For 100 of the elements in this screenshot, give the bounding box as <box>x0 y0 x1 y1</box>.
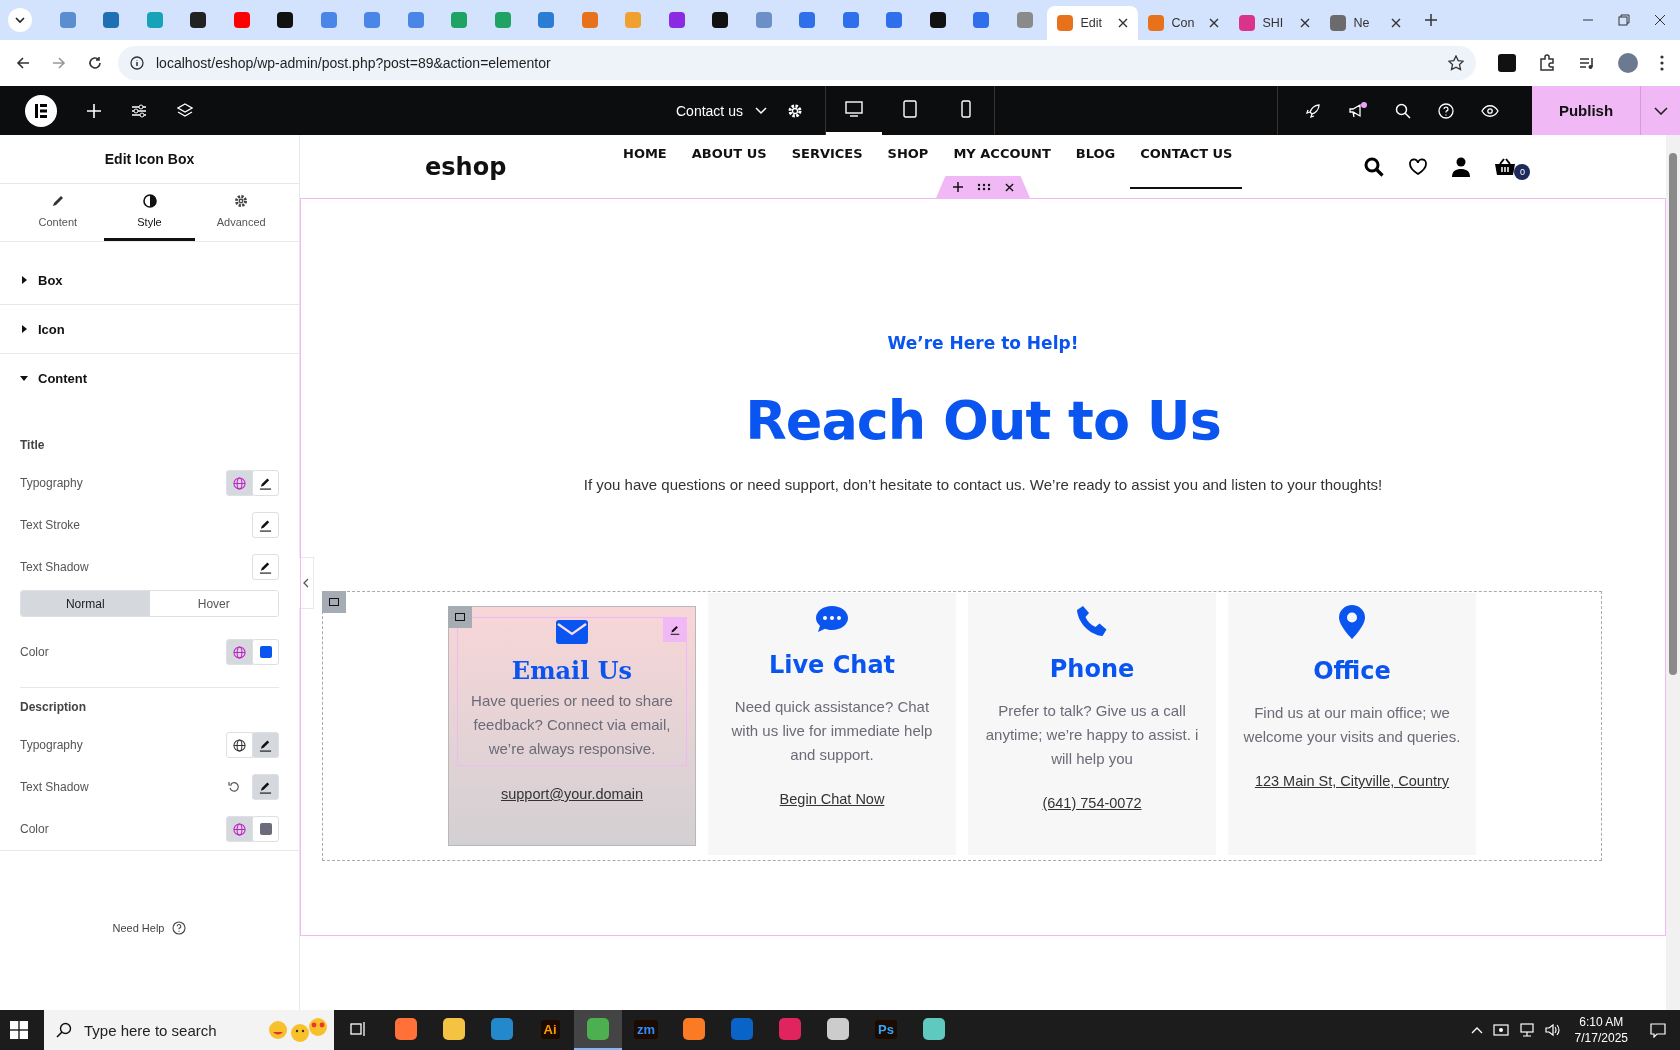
search-icon[interactable] <box>1364 156 1385 177</box>
reload-icon[interactable] <box>88 56 102 70</box>
new-tab-icon[interactable] <box>1424 14 1437 26</box>
extension-icon[interactable] <box>1498 54 1516 72</box>
drag-icon[interactable] <box>976 183 991 191</box>
close-icon[interactable] <box>1208 18 1219 28</box>
taskbar-app[interactable] <box>574 1010 622 1050</box>
card-title: Phone <box>1049 655 1135 683</box>
megaphone-icon[interactable] <box>1348 101 1368 120</box>
card-link[interactable]: 123 Main St, Cityville, Country <box>1254 773 1450 789</box>
clock-time[interactable]: 6:10 AM <box>1579 1014 1624 1030</box>
taskbar-search-field[interactable]: Type here to search <box>44 1010 334 1050</box>
nav-link[interactable]: BLOG <box>1065 144 1126 164</box>
contact-card[interactable]: Live Chat Need quick assistance? Chat with us live for immediate help and support. Begin Chat Now <box>708 593 956 855</box>
page-selector[interactable]: Contact us <box>676 102 767 119</box>
card-link[interactable]: (641) 754-0072 <box>1042 795 1142 811</box>
forward-icon[interactable] <box>52 56 66 70</box>
network-icon[interactable] <box>1518 1022 1535 1038</box>
search-icon <box>56 1022 72 1038</box>
add-icon[interactable] <box>952 182 963 192</box>
panel-tab[interactable]: Advanced <box>195 184 287 241</box>
info-icon[interactable] <box>130 56 144 70</box>
close-icon[interactable] <box>1390 18 1401 28</box>
widget-handle[interactable] <box>448 606 472 628</box>
browser-tab[interactable]: Con <box>1137 6 1229 40</box>
publish-button[interactable]: Publish <box>1532 86 1640 135</box>
phone-icon <box>1076 605 1108 637</box>
browser-tab[interactable]: Edit <box>1046 6 1138 40</box>
nav-link[interactable]: CONTACT US <box>1130 144 1243 189</box>
nav-link[interactable]: SERVICES <box>781 144 873 164</box>
section-header[interactable]: Content <box>0 354 299 402</box>
close-icon[interactable] <box>1299 18 1310 28</box>
eye-icon[interactable] <box>1481 103 1499 118</box>
section-header[interactable]: Icon <box>0 305 299 353</box>
card-link[interactable]: support@your.domain <box>500 786 644 802</box>
edit-widget-button[interactable] <box>663 618 687 642</box>
edit-button[interactable] <box>252 732 279 758</box>
heart-icon[interactable] <box>1408 157 1429 176</box>
panel-tab[interactable]: Style <box>103 184 196 241</box>
scrollbar[interactable] <box>1666 135 1680 1010</box>
contact-card[interactable]: Phone Prefer to talk? Give us a call anytime; we’re happy to assist. i will help you (641) 754-0072 <box>968 593 1216 855</box>
clock-date[interactable]: 7/17/2025 <box>1574 1030 1628 1046</box>
notification-icon[interactable] <box>1650 1022 1666 1038</box>
nav-link[interactable]: MY ACCOUNT <box>943 144 1061 164</box>
rocket-icon[interactable] <box>1305 102 1321 119</box>
edit-button[interactable] <box>252 470 279 496</box>
logo-icon[interactable] <box>25 94 57 127</box>
close-icon[interactable] <box>1117 18 1128 28</box>
taskbar-app[interactable]: zm <box>622 1010 670 1050</box>
section-header[interactable]: Box <box>0 256 299 304</box>
user-icon[interactable] <box>1452 156 1471 177</box>
tray-icon[interactable] <box>1492 1022 1509 1038</box>
edit-button[interactable] <box>252 554 279 580</box>
address-bar[interactable]: localhost/eshop/wp-admin/post.php?post=89&action=elementor <box>118 46 1476 80</box>
close-icon[interactable] <box>1654 14 1666 26</box>
browser-tab[interactable]: SHI <box>1228 6 1320 40</box>
caret-icon <box>754 106 767 115</box>
menu-icon[interactable] <box>1660 55 1664 71</box>
color-swatch[interactable] <box>252 639 279 665</box>
nav-link[interactable]: SHOP <box>877 144 939 164</box>
windows-start-icon[interactable] <box>10 1021 28 1039</box>
layers-icon[interactable] <box>177 102 193 119</box>
help-icon[interactable] <box>172 921 187 935</box>
speaker-icon[interactable] <box>1544 1022 1561 1038</box>
puzzle-icon[interactable] <box>1538 54 1556 72</box>
back-icon[interactable] <box>16 56 30 70</box>
taskbar-app[interactable]: Ps <box>862 1010 910 1050</box>
global-button[interactable] <box>226 732 253 758</box>
reset-icon[interactable] <box>228 781 240 793</box>
state-tab[interactable]: Normal <box>21 591 150 616</box>
tab-title: Ne <box>1353 16 1371 30</box>
contact-card[interactable]: Email Us Have queries or need to share feedback? Connect via email, we’re always responsive. support@your.domain <box>448 606 696 846</box>
pencil-icon <box>259 738 272 752</box>
panel-tab[interactable]: Content <box>12 184 104 241</box>
basket-icon[interactable] <box>1494 157 1517 176</box>
container-handle[interactable] <box>322 591 346 613</box>
contact-card[interactable]: Office Find us at our main office; we welcome your visits and queries. 123 Main St, Cityville, Country <box>1228 593 1476 855</box>
color-swatch[interactable] <box>252 816 279 842</box>
nav-link[interactable]: ABOUT US <box>681 144 777 164</box>
settings-icon[interactable] <box>786 102 803 119</box>
restore-icon[interactable] <box>1618 14 1630 26</box>
search-icon[interactable] <box>1395 102 1411 119</box>
control-label: Typography <box>20 738 84 752</box>
avatar-icon[interactable] <box>1618 53 1638 73</box>
pencil-icon <box>259 780 272 794</box>
edit-button[interactable] <box>252 774 279 800</box>
tab-list-button[interactable] <box>8 8 32 32</box>
close-icon[interactable] <box>1004 182 1014 192</box>
tab-title: Edit <box>1080 16 1104 30</box>
caret-icon <box>14 14 26 26</box>
globe-icon <box>233 476 246 490</box>
card-link[interactable]: Begin Chat Now <box>779 791 885 807</box>
card-description: Prefer to talk? Give us a call anytime; we’re happy to assist. i will help you <box>984 701 1200 769</box>
settings-icon[interactable] <box>131 102 147 119</box>
edit-button[interactable] <box>252 512 279 538</box>
star-icon[interactable] <box>1448 55 1464 71</box>
taskbar-app[interactable]: Ai <box>526 1010 574 1050</box>
browser-tab[interactable]: Ne <box>1319 6 1411 40</box>
app-icon: Ps <box>875 1019 897 1039</box>
help-link[interactable]: Need Help <box>112 922 165 934</box>
